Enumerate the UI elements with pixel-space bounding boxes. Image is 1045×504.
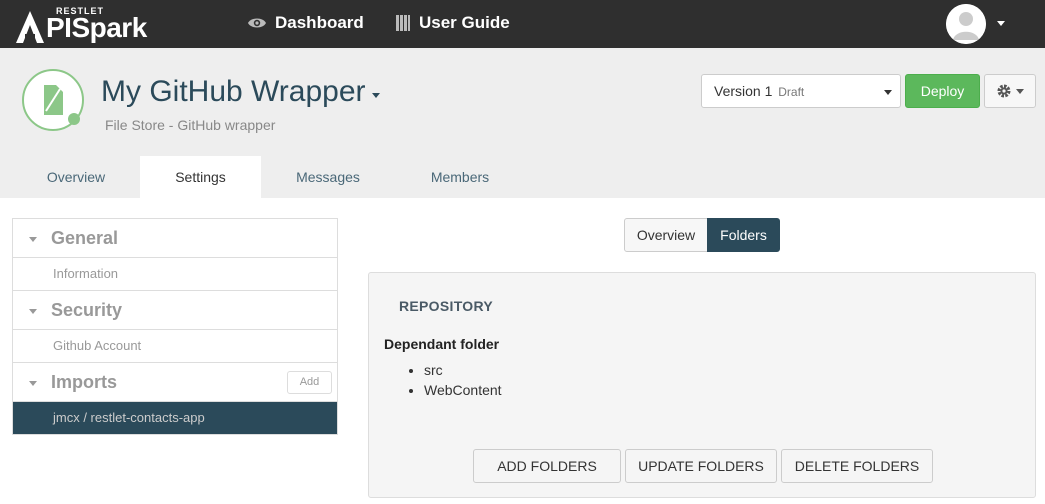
- nav-user-guide[interactable]: User Guide: [395, 13, 510, 33]
- repository-title: REPOSITORY: [399, 298, 494, 314]
- segment-overview[interactable]: Overview: [624, 218, 708, 252]
- gear-icon: [997, 84, 1010, 98]
- caret-down-icon: [29, 309, 37, 314]
- version-status: Draft: [778, 85, 805, 99]
- caret-down-icon: [884, 90, 892, 95]
- user-avatar[interactable]: [946, 4, 986, 44]
- caret-down-icon: [29, 381, 37, 386]
- version-label: Version 1: [714, 83, 773, 99]
- book-icon: [396, 15, 410, 31]
- section-title: General: [51, 228, 119, 248]
- caret-down-icon: [1015, 88, 1024, 94]
- api-name-dropdown[interactable]: My GitHub Wrapper: [101, 75, 380, 109]
- api-name: My GitHub Wrapper: [101, 75, 366, 108]
- add-import-button[interactable]: Add: [287, 371, 332, 394]
- dependant-folder-title: Dependant folder: [384, 336, 500, 352]
- list-item: WebContent: [424, 380, 502, 400]
- api-subtitle: File Store - GitHub wrapper: [105, 117, 276, 133]
- api-header: My GitHub Wrapper File Store - GitHub wr…: [0, 48, 1045, 198]
- nav-user-guide-label: User Guide: [419, 13, 510, 32]
- section-title: Security: [51, 300, 123, 320]
- tab-settings[interactable]: Settings: [140, 156, 261, 198]
- version-select[interactable]: Version 1 Draft: [701, 74, 901, 108]
- settings-menu-button[interactable]: [984, 74, 1036, 108]
- repository-panel: REPOSITORY Dependant folder src WebConte…: [368, 272, 1036, 498]
- file-store-icon: [22, 69, 84, 131]
- deploy-button[interactable]: Deploy: [905, 74, 980, 108]
- section-title: Imports: [51, 372, 118, 392]
- logo-text: PISpark: [46, 12, 147, 43]
- list-item: src: [424, 360, 502, 380]
- section-general[interactable]: General: [13, 219, 337, 258]
- top-navbar: RESTLET PISpark Dashboard User Guide: [0, 0, 1045, 48]
- apispark-logo[interactable]: RESTLET PISpark: [14, 6, 147, 44]
- tab-messages[interactable]: Messages: [266, 156, 390, 198]
- section-imports[interactable]: Imports Add: [13, 363, 337, 402]
- folder-list: src WebContent: [424, 360, 502, 400]
- delete-folders-button[interactable]: DELETE FOLDERS: [781, 449, 933, 483]
- user-silhouette-icon: [946, 4, 986, 44]
- chevron-down-icon: [371, 92, 380, 98]
- caret-down-icon: [29, 237, 37, 242]
- tab-members[interactable]: Members: [400, 156, 520, 198]
- eye-icon: [248, 18, 266, 28]
- nav-dashboard-label: Dashboard: [275, 13, 364, 32]
- sidebar-item-github-account[interactable]: Github Account: [13, 330, 337, 363]
- section-security[interactable]: Security: [13, 291, 337, 330]
- user-menu-caret-icon[interactable]: [997, 21, 1005, 26]
- nav-dashboard[interactable]: Dashboard: [247, 13, 364, 33]
- sidebar-item-information[interactable]: Information: [13, 258, 337, 291]
- segment-folders[interactable]: Folders: [707, 218, 780, 252]
- logo-a-icon: [16, 11, 44, 43]
- add-folders-button[interactable]: ADD FOLDERS: [473, 449, 621, 483]
- settings-sidebar: General Information Security Github Acco…: [12, 218, 338, 435]
- tab-overview[interactable]: Overview: [16, 156, 136, 198]
- sidebar-item-import-selected[interactable]: jmcx / restlet-contacts-app: [13, 402, 337, 434]
- update-folders-button[interactable]: UPDATE FOLDERS: [625, 449, 777, 483]
